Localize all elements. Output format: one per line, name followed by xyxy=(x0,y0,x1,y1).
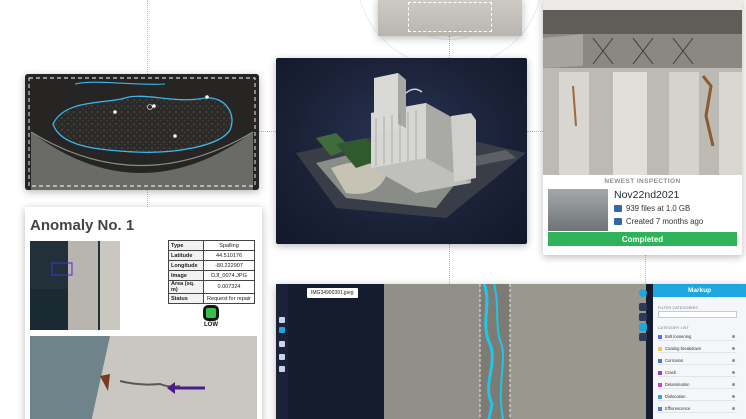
anomaly-photo-closeup xyxy=(30,336,257,419)
category-settings-icon[interactable] xyxy=(732,395,735,398)
category-settings-icon[interactable] xyxy=(732,371,735,374)
calendar-icon xyxy=(614,218,622,225)
category-swatch xyxy=(658,382,662,387)
silo-3d-model xyxy=(296,73,526,218)
connector-line xyxy=(259,131,276,132)
category-swatch xyxy=(658,346,662,351)
images-icon xyxy=(614,205,622,212)
file-name: IMG34900391.jpeg xyxy=(311,290,354,296)
category-item[interactable]: Delamination xyxy=(658,381,737,389)
category-settings-icon[interactable] xyxy=(732,335,735,338)
connector-line xyxy=(449,36,450,58)
inspection-created: Created 7 months ago xyxy=(626,217,704,226)
tool-column xyxy=(637,287,649,371)
category-item[interactable]: Bolt loosening xyxy=(658,333,737,341)
table-row: Status Request for repair xyxy=(168,293,255,304)
table-row: Type Spalling xyxy=(168,240,255,251)
filter-categories-label: FILTER CATEGORIES xyxy=(658,306,698,310)
3d-model-viewer[interactable] xyxy=(276,58,527,244)
connector-line xyxy=(147,0,148,74)
selection-box xyxy=(408,2,492,32)
cursor-icon[interactable] xyxy=(639,303,647,311)
grid-icon[interactable] xyxy=(279,317,285,323)
crack-annotation-image[interactable] xyxy=(25,74,259,190)
category-swatch xyxy=(658,394,662,399)
category-list-label: CATEGORY LIST xyxy=(658,326,689,330)
severity-label: LOW xyxy=(204,322,218,328)
category-swatch xyxy=(658,358,662,363)
globe-icon[interactable] xyxy=(279,341,285,347)
markup-app-window: IMG34900391.jpeg Markup FILTER CATEGORIE… xyxy=(276,284,746,419)
inspection-created-row: Created 7 months ago xyxy=(614,217,703,226)
file-name-chip[interactable]: IMG34900391.jpeg xyxy=(307,288,358,298)
close-icon[interactable] xyxy=(639,289,647,297)
newest-inspection-label: NEWEST INSPECTION xyxy=(604,178,681,185)
filter-categories-input[interactable] xyxy=(658,311,737,318)
image-tile-viewer[interactable] xyxy=(384,284,646,419)
pier-overview xyxy=(30,241,120,330)
inspection-card[interactable]: NEWEST INSPECTION Nov22nd2021 939 files … xyxy=(543,0,742,255)
connector-line xyxy=(645,255,646,284)
completed-status-button[interactable]: Completed xyxy=(548,232,737,246)
table-row: Area (sq. m) 0.007324 xyxy=(168,280,255,294)
category-settings-icon[interactable] xyxy=(732,407,735,410)
inspection-thumbnail xyxy=(548,189,608,231)
category-settings-icon[interactable] xyxy=(732,359,735,362)
layers-icon[interactable] xyxy=(279,327,285,333)
polygon-icon[interactable] xyxy=(639,333,647,341)
markup-panel: Markup FILTER CATEGORIES CATEGORY LIST B… xyxy=(653,284,746,419)
anomaly-details-table: Type Spalling Latitude 44.510176 Longitude… xyxy=(168,240,255,304)
concrete-tiles xyxy=(384,284,646,419)
concrete-thumbnail xyxy=(378,0,522,36)
folder-icon[interactable] xyxy=(279,354,285,360)
category-item[interactable]: Coating breakdown xyxy=(658,345,737,353)
category-item[interactable]: Efflorescence xyxy=(658,405,737,413)
inspection-files: 939 files at 1.0 GB xyxy=(626,204,691,213)
bridge-photo xyxy=(543,0,742,175)
shape-icon[interactable] xyxy=(639,323,647,331)
category-settings-icon[interactable] xyxy=(732,383,735,386)
connector-line xyxy=(449,244,450,284)
anomaly-photo-overview xyxy=(30,241,120,330)
table-row: Image DJI_0074.JPG xyxy=(168,270,255,281)
category-item[interactable]: Crack xyxy=(658,369,737,377)
inspection-date: Nov22nd2021 xyxy=(614,189,680,201)
category-swatch xyxy=(658,370,662,375)
category-item[interactable]: Dislocation xyxy=(658,393,737,401)
pier-closeup xyxy=(30,336,257,419)
anomaly-report-card: Anomaly No. 1 Type Spalling Latitude 44.51… xyxy=(25,207,262,419)
table-row: Latitude 44.510176 xyxy=(168,250,255,261)
table-row: Longitude -80.222907 xyxy=(168,260,255,271)
pen-icon[interactable] xyxy=(639,313,647,321)
document-icon[interactable] xyxy=(279,366,285,372)
connector-line xyxy=(527,131,543,132)
connector-line xyxy=(147,190,148,207)
markup-panel-title: Markup xyxy=(653,284,746,297)
category-swatch xyxy=(658,334,662,339)
bridge-underside xyxy=(543,0,742,175)
category-settings-icon[interactable] xyxy=(732,347,735,350)
category-swatch xyxy=(658,406,662,411)
category-item[interactable]: Corrosion xyxy=(658,357,737,365)
severity-indicator-icon xyxy=(203,305,219,321)
app-sidebar xyxy=(276,284,288,419)
crack-annotation-svg xyxy=(25,74,259,190)
anomaly-title: Anomaly No. 1 xyxy=(30,217,135,234)
inspection-files-row: 939 files at 1.0 GB xyxy=(614,204,690,213)
